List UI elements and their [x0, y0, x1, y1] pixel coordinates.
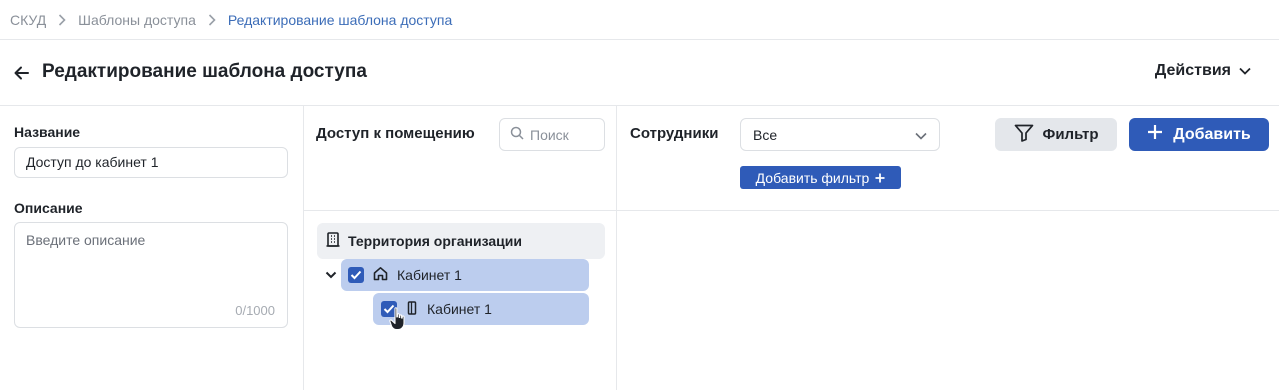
breadcrumb-item-current: Редактирование шаблона доступа: [227, 11, 453, 28]
building-icon: [326, 232, 340, 250]
template-form: Название Доступ до кабинет 1 Описание Вв…: [0, 106, 304, 390]
employees-panel: Сотрудники Все Добавить фильтр Фильтр До…: [617, 106, 1279, 390]
breadcrumb-item-templates[interactable]: Шаблоны доступа: [78, 12, 196, 28]
actions-dropdown[interactable]: Действия: [1155, 62, 1251, 80]
checkbox-checked[interactable]: [381, 301, 397, 317]
breadcrumb-item-skud[interactable]: СКУД: [10, 12, 46, 28]
chevron-right-icon: [58, 13, 66, 26]
room-access-title: Доступ к помещению: [316, 125, 475, 142]
add-button[interactable]: Добавить: [1129, 118, 1269, 151]
page-header: Редактирование шаблона доступа Действия: [0, 40, 1279, 106]
name-label: Название: [14, 124, 81, 140]
add-filter-label: Добавить фильтр: [755, 169, 870, 186]
employees-select-value: Все: [753, 126, 778, 143]
tree-node-label: Кабинет 1: [427, 301, 492, 317]
chevron-right-icon: [208, 13, 216, 26]
employees-title: Сотрудники: [630, 125, 719, 142]
filter-icon: [1014, 124, 1034, 146]
page-title: Редактирование шаблона доступа: [42, 61, 367, 82]
description-placeholder: Введите описание: [26, 232, 146, 248]
employees-select[interactable]: Все: [740, 118, 940, 151]
tree-node-room-level2[interactable]: Кабинет 1: [373, 293, 589, 325]
plus-icon: [875, 170, 885, 186]
name-input[interactable]: Доступ до кабинет 1: [14, 147, 288, 178]
search-placeholder: Поиск: [530, 126, 569, 143]
actions-label: Действия: [1154, 62, 1231, 79]
chevron-down-icon: [915, 127, 927, 143]
room-access-header: Доступ к помещению Поиск: [304, 106, 617, 211]
search-icon: [510, 126, 524, 143]
chevron-down-icon[interactable]: [324, 268, 338, 282]
chevron-down-icon: [1239, 62, 1251, 80]
room-search-input[interactable]: Поиск: [499, 118, 605, 151]
room-access-panel: Доступ к помещению Поиск Территория орга…: [304, 106, 617, 390]
employees-header: Сотрудники Все Добавить фильтр Фильтр До…: [617, 106, 1279, 211]
arrow-left-icon[interactable]: [12, 63, 32, 83]
add-filter-button[interactable]: Добавить фильтр: [740, 166, 901, 189]
description-label: Описание: [14, 200, 83, 216]
tree-root-label: Территория организации: [348, 233, 522, 249]
tree-node-room-level1[interactable]: Кабинет 1: [341, 259, 589, 291]
filter-label: Фильтр: [1042, 126, 1099, 143]
filter-button[interactable]: Фильтр: [995, 118, 1117, 151]
checkbox-checked[interactable]: [348, 267, 364, 283]
tree-root-organization[interactable]: Территория организации: [317, 223, 605, 259]
tree-node-label: Кабинет 1: [397, 267, 462, 283]
plus-icon: [1147, 124, 1163, 145]
description-textarea[interactable]: Введите описание 0/1000: [14, 222, 288, 328]
door-icon: [407, 300, 417, 318]
breadcrumb: СКУД Шаблоны доступа Редактирование шабл…: [0, 0, 1279, 40]
home-icon: [373, 266, 388, 284]
description-counter: 0/1000: [235, 303, 275, 318]
add-label: Добавить: [1173, 125, 1251, 143]
